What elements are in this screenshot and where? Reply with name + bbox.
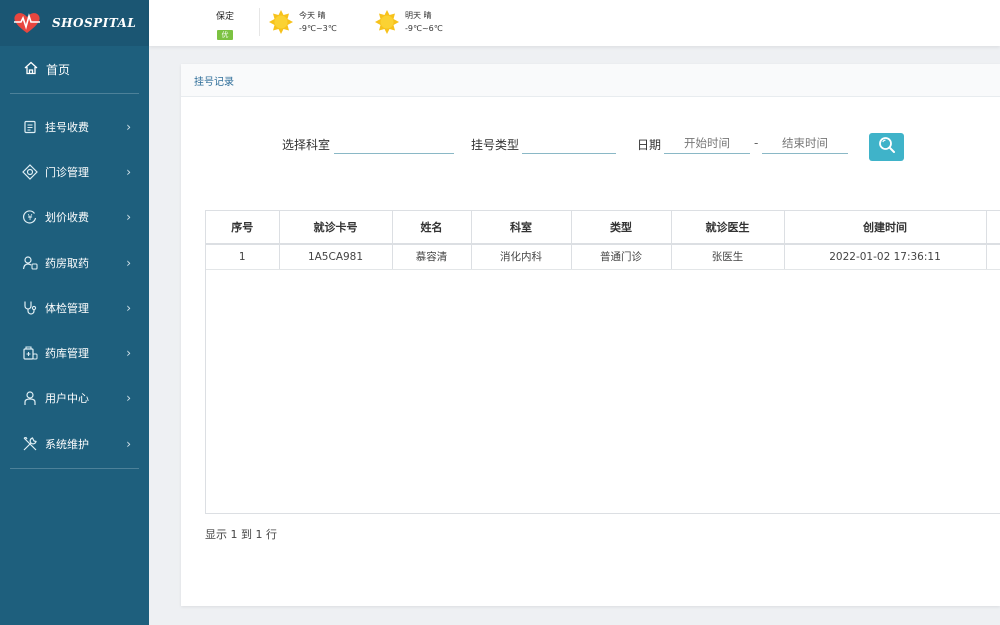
column-header[interactable]: 姓名: [392, 211, 472, 245]
weather-today: 今天 晴 -9℃~3℃: [268, 9, 337, 35]
sidebar-item-label: 系统维护: [45, 437, 89, 451]
sidebar-item-register[interactable]: 挂号收费 ›: [0, 104, 149, 149]
sidebar-item-label: 药房取药: [45, 256, 89, 270]
type-label: 挂号类型: [471, 138, 520, 152]
user-icon: [22, 390, 38, 406]
city-name: 保定: [215, 12, 234, 22]
sidebar-item-label: 门诊管理: [45, 165, 89, 179]
table-header-row: 序号 就诊卡号 姓名 科室 类型 就诊医生 创建时间: [206, 211, 1000, 245]
sidebar-item-checkup[interactable]: 体检管理 ›: [0, 285, 149, 330]
search-button[interactable]: [869, 133, 904, 161]
heart-pulse-icon: [12, 11, 42, 35]
column-header[interactable]: 类型: [571, 211, 672, 245]
sidebar-item-user-center[interactable]: 用户中心 ›: [0, 376, 149, 421]
search-icon: [878, 136, 896, 158]
today-temperature: -9℃~3℃: [299, 24, 337, 33]
register-icon: [22, 119, 38, 135]
column-header-extra: [986, 211, 1000, 245]
tomorrow-condition: 晴: [423, 11, 432, 20]
table-row[interactable]: 1 1A5CA981 慕容清 消化内科 普通门诊 张医生 2022-01-02 …: [206, 244, 1000, 270]
table-cell: 张医生: [671, 244, 785, 270]
sidebar-item-label: 体检管理: [45, 301, 89, 315]
chevron-right-icon: ›: [126, 436, 131, 451]
sun-icon: [268, 9, 294, 35]
start-date-input[interactable]: [664, 132, 750, 154]
sidebar-item-warehouse[interactable]: 药库管理 ›: [0, 330, 149, 375]
registration-records-panel: 挂号记录 选择科室 挂号类型 日期 - 序号 就诊卡号 姓名 科室: [181, 64, 1000, 606]
today-label: 今天: [299, 11, 315, 20]
sidebar-item-system[interactable]: 系统维护 ›: [0, 421, 149, 466]
table-cell: 慕容清: [392, 244, 472, 270]
sidebar-item-label: 划价收费: [45, 211, 89, 225]
table-cell-extra: [986, 244, 1000, 270]
department-select[interactable]: [334, 132, 454, 154]
billing-icon: ¥: [22, 209, 38, 225]
aqi-badge: 优: [217, 30, 233, 40]
sidebar-home-label: 首页: [46, 63, 71, 77]
sidebar: SHOSPITAL 首页 挂号收费 › 门诊管理 › ¥ 划价收费 › 药房取药…: [0, 0, 149, 625]
top-bar: 保定 优 今天 晴 -9℃~3℃ 明天 晴 -9℃~6℃: [149, 0, 1000, 46]
sidebar-item-label: 用户中心: [45, 392, 89, 406]
date-label: 日期: [637, 138, 662, 152]
sidebar-item-pharmacy[interactable]: 药房取药 ›: [0, 240, 149, 285]
chevron-right-icon: ›: [126, 164, 131, 179]
brand-name: SHOSPITAL: [52, 16, 137, 30]
sidebar-menu: 挂号收费 › 门诊管理 › ¥ 划价收费 › 药房取药 › 体检管理 › 药库管…: [0, 94, 149, 470]
table-cell: 消化内科: [471, 244, 572, 270]
weather-tomorrow: 明天 晴 -9℃~6℃: [374, 9, 443, 35]
chevron-right-icon: ›: [126, 346, 131, 361]
tools-icon: [22, 436, 38, 452]
sun-icon: [374, 9, 400, 35]
sidebar-item-label: 药库管理: [45, 347, 89, 361]
warehouse-icon: [22, 345, 38, 361]
topbar-divider: [259, 8, 260, 36]
column-header[interactable]: 就诊卡号: [279, 211, 393, 245]
column-header[interactable]: 就诊医生: [671, 211, 785, 245]
pharmacy-icon: [22, 255, 38, 271]
end-date-input[interactable]: [762, 132, 848, 154]
table-cell: 1: [206, 244, 280, 270]
sidebar-item-label: 挂号收费: [45, 120, 89, 134]
panel-title: 挂号记录: [194, 76, 234, 88]
type-select[interactable]: [522, 132, 616, 154]
date-separator: -: [754, 136, 759, 150]
brand-logo[interactable]: SHOSPITAL: [0, 0, 149, 46]
chevron-right-icon: ›: [126, 255, 131, 270]
sidebar-item-home[interactable]: 首页: [0, 46, 149, 93]
column-header[interactable]: 科室: [471, 211, 572, 245]
department-label: 选择科室: [282, 138, 331, 152]
pagination-summary: 显示 1 到 1 行: [205, 528, 277, 541]
records-table: 序号 就诊卡号 姓名 科室 类型 就诊医生 创建时间 1 1A5CA981 慕容…: [205, 210, 1000, 514]
sidebar-item-billing[interactable]: ¥ 划价收费 ›: [0, 195, 149, 240]
chevron-right-icon: ›: [126, 300, 131, 315]
table-cell: 普通门诊: [571, 244, 672, 270]
checkup-icon: [22, 300, 38, 316]
table-cell: 1A5CA981: [279, 244, 393, 270]
home-icon: [24, 61, 38, 78]
tomorrow-temperature: -9℃~6℃: [405, 24, 443, 33]
weather-city: 保定 优: [215, 9, 235, 41]
chevron-right-icon: ›: [126, 210, 131, 225]
tomorrow-label: 明天: [405, 11, 421, 20]
chevron-right-icon: ›: [126, 391, 131, 406]
sidebar-item-clinic[interactable]: 门诊管理 ›: [0, 149, 149, 194]
panel-header: 挂号记录: [181, 64, 1000, 97]
chevron-right-icon: ›: [126, 119, 131, 134]
table-cell: 2022-01-02 17:36:11: [784, 244, 987, 270]
today-condition: 晴: [317, 11, 326, 20]
sidebar-divider: [10, 468, 139, 470]
column-header[interactable]: 创建时间: [784, 211, 987, 245]
column-header[interactable]: 序号: [206, 211, 280, 245]
svg-text:¥: ¥: [27, 213, 32, 222]
clinic-icon: [22, 164, 38, 180]
